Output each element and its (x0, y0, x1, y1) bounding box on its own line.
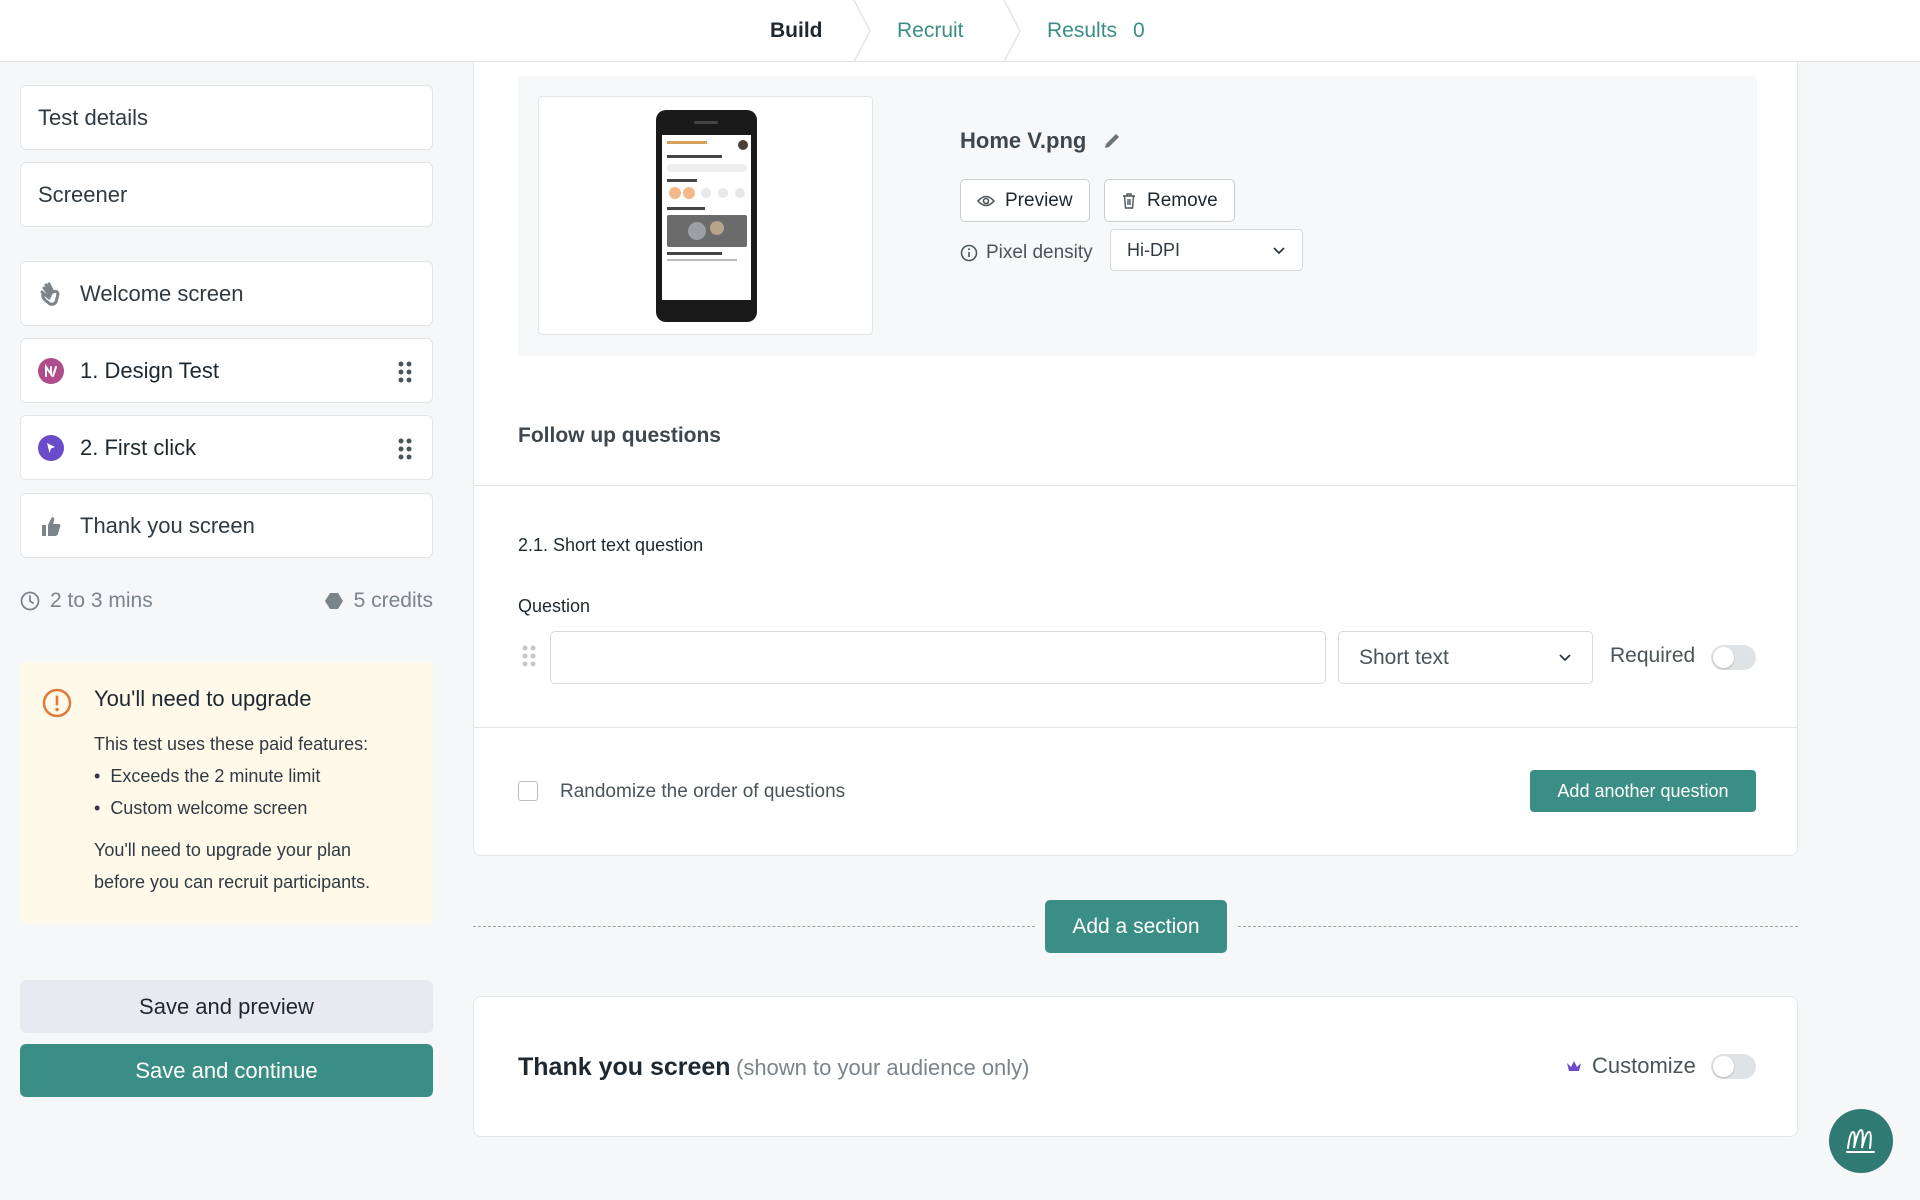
warning-icon (42, 688, 72, 718)
design-test-icon (38, 357, 64, 384)
upgrade-notice: You'll need to upgrade This test uses th… (20, 662, 433, 924)
thank-you-subtitle: (shown to your audience only) (736, 1055, 1030, 1080)
chevron-down-icon (1273, 246, 1285, 254)
sidebar-item-thank-you-screen[interactable]: Thank you screen (20, 493, 433, 558)
pixel-density-select[interactable]: Hi-DPI (1110, 229, 1303, 271)
add-section-button[interactable]: Add a section (1045, 900, 1227, 953)
question-input[interactable] (550, 631, 1326, 684)
remove-button-label: Remove (1147, 189, 1218, 211)
file-name-text: Home V.png (960, 128, 1087, 153)
sidebar-item-design-test[interactable]: 1. Design Test (20, 338, 433, 403)
clock-icon (20, 591, 40, 611)
save-and-preview-button[interactable]: Save and preview (20, 980, 433, 1033)
wave-hand-icon (38, 281, 64, 307)
first-click-icon (38, 434, 64, 461)
image-panel: Home V.png Preview Remove Pixel density … (518, 76, 1757, 356)
trash-icon (1123, 192, 1135, 209)
sidebar-item-label: Welcome screen (80, 280, 244, 306)
sidebar-item-test-details[interactable]: Test details (20, 85, 433, 150)
sidebar-item-label: 2. First click (80, 434, 197, 460)
pixel-density-label: Pixel density (960, 242, 1093, 264)
divider (474, 485, 1797, 486)
drag-handle-icon[interactable] (522, 645, 536, 667)
preview-button[interactable]: Preview (960, 179, 1090, 222)
sidebar-item-screener[interactable]: Screener (20, 162, 433, 227)
breadcrumb-separator (1003, 0, 1021, 62)
first-click-section: Home V.png Preview Remove Pixel density … (473, 62, 1798, 856)
upgrade-features: Exceeds the 2 minute limit Custom welcom… (94, 760, 433, 824)
file-name: Home V.png (960, 128, 1122, 154)
upgrade-footer-line-1: You'll need to upgrade your plan (94, 840, 351, 860)
question-type-select[interactable]: Short text (1338, 631, 1593, 684)
sidebar-item-label: Thank you screen (80, 512, 255, 538)
info-icon (960, 244, 978, 262)
sidebar-item-first-click[interactable]: 2. First click (20, 415, 433, 480)
thank-you-section: Thank you screen (shown to your audience… (473, 996, 1798, 1137)
required-label: Required (1610, 644, 1696, 667)
tab-results-label: Results (1047, 19, 1118, 42)
tab-recruit-label: Recruit (897, 19, 964, 42)
tab-build[interactable]: Build (770, 0, 823, 62)
thank-you-title: Thank you screen (518, 1053, 731, 1081)
follow-up-heading: Follow up questions (518, 424, 721, 447)
phone-mockup-image (656, 110, 757, 322)
pencil-icon[interactable] (1102, 131, 1122, 151)
eye-icon (977, 195, 995, 206)
section-divider-right (1238, 926, 1798, 927)
sidebar-item-label: Test details (38, 104, 149, 130)
save-and-continue-button[interactable]: Save and continue (20, 1044, 433, 1097)
pixel-density-text: Pixel density (986, 242, 1093, 263)
remove-button[interactable]: Remove (1104, 179, 1235, 222)
list-item: Exceeds the 2 minute limit (94, 760, 433, 792)
chevron-down-icon (1559, 654, 1571, 662)
section-divider-left (473, 926, 1035, 927)
upgrade-title: You'll need to upgrade (94, 686, 312, 711)
results-count: 0 (1133, 19, 1145, 42)
tab-build-label: Build (770, 19, 823, 42)
chat-logo-icon (1846, 1128, 1875, 1153)
add-another-question-button[interactable]: Add another question (1530, 770, 1756, 812)
drag-handle-icon[interactable] (398, 438, 412, 460)
duration-text: 2 to 3 mins (50, 589, 153, 612)
thumbs-up-icon (38, 513, 64, 539)
sidebar-item-label: 1. Design Test (80, 357, 220, 383)
customize-label: Customize (1592, 1053, 1696, 1078)
help-chat-button[interactable] (1829, 1109, 1893, 1173)
credits-text: 5 credits (353, 589, 433, 612)
tab-recruit[interactable]: Recruit (897, 0, 964, 62)
top-nav: Build Recruit Results 0 (0, 0, 1920, 62)
credits-icon (324, 593, 343, 609)
question-label: Question (518, 596, 591, 616)
breadcrumb-separator (853, 0, 871, 62)
preview-button-label: Preview (1005, 189, 1073, 211)
divider (474, 727, 1797, 728)
question-title: 2.1. Short text question (518, 535, 704, 555)
test-meta: 2 to 3 mins 5 credits (20, 586, 433, 616)
customize-control: Customize (1566, 1053, 1696, 1079)
randomize-checkbox[interactable] (518, 781, 538, 801)
crown-icon (1567, 1061, 1581, 1071)
upgrade-footer-line-2: before you can recruit participants. (94, 872, 371, 892)
sidebar-item-label: Screener (38, 181, 128, 207)
upgrade-intro: This test uses these paid features: (94, 734, 369, 754)
customize-toggle[interactable] (1711, 1054, 1756, 1079)
question-type-value: Short text (1359, 645, 1449, 669)
drag-handle-icon[interactable] (398, 361, 412, 383)
required-toggle[interactable] (1711, 645, 1756, 670)
image-thumbnail[interactable] (538, 96, 873, 335)
randomize-label: Randomize the order of questions (560, 781, 846, 802)
pixel-density-value: Hi-DPI (1127, 239, 1180, 260)
sidebar-item-welcome-screen[interactable]: Welcome screen (20, 261, 433, 326)
tab-results[interactable]: Results 0 (1047, 0, 1145, 62)
list-item: Custom welcome screen (94, 792, 433, 824)
